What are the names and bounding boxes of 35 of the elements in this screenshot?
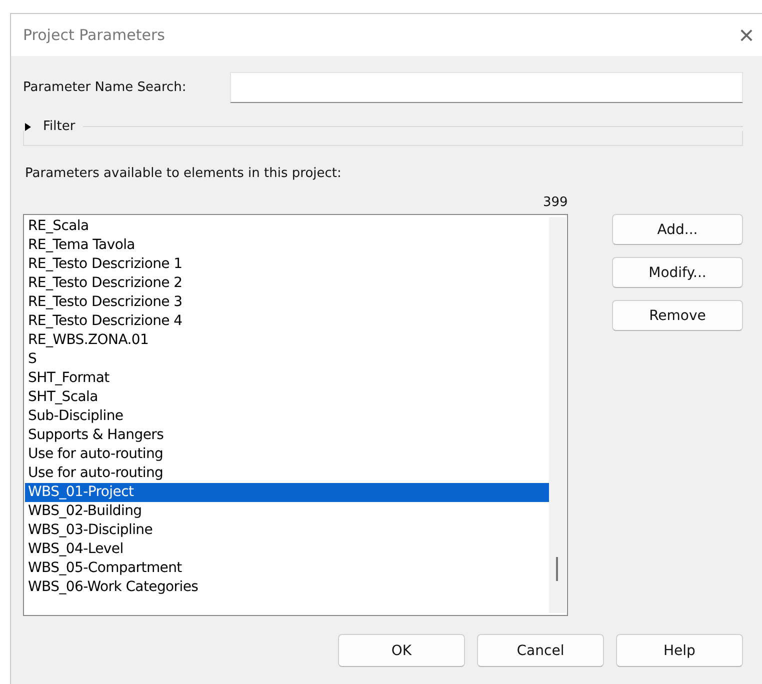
side-button[interactable]: Remove	[612, 300, 743, 331]
list-item[interactable]: RE_Tema Tavola	[25, 236, 549, 255]
parameter-count: 399	[543, 195, 568, 210]
dialog-button[interactable]: Cancel	[477, 634, 604, 667]
list-item[interactable]: Sub-Discipline	[25, 407, 549, 426]
list-item[interactable]: WBS_02-Building	[25, 502, 549, 521]
list-item[interactable]: RE_Testo Descrizione 3	[25, 293, 549, 312]
list-item[interactable]: WBS_06-Work Categories	[25, 578, 549, 597]
filter-toggle[interactable]: Filter	[23, 119, 76, 134]
list-label: Parameters available to elements in this project:	[24, 166, 342, 181]
list-item[interactable]: RE_Testo Descrizione 4	[25, 312, 549, 331]
search-label: Parameter Name Search:	[23, 80, 186, 95]
dialog-button[interactable]: Help	[616, 634, 743, 667]
list-item[interactable]: SHT_Scala	[25, 388, 549, 407]
list-item[interactable]: Use for auto-routing	[25, 464, 549, 483]
list-item[interactable]: S	[25, 350, 549, 369]
search-field[interactable]	[230, 72, 743, 103]
side-button[interactable]: Modify...	[612, 257, 743, 288]
list-item[interactable]: WBS_03-Discipline	[25, 521, 549, 540]
list-item[interactable]: WBS_01-Project	[25, 483, 549, 502]
list-item[interactable]: Supports & Hangers	[25, 426, 549, 445]
list-item[interactable]: RE_WBS.ZONA.01	[25, 331, 549, 350]
dialog-button[interactable]: OK	[338, 634, 465, 667]
window-title: Project Parameters	[23, 26, 165, 44]
list-item[interactable]: SHT_Format	[25, 369, 549, 388]
list-item[interactable]: Use for auto-routing	[25, 445, 549, 464]
scrollbar[interactable]	[549, 217, 566, 613]
scroll-thumb[interactable]	[556, 557, 558, 581]
side-button[interactable]: Add...	[612, 214, 743, 245]
list-item[interactable]: WBS_04-Level	[25, 540, 549, 559]
list-item[interactable]: RE_Testo Descrizione 1	[25, 255, 549, 274]
list-item[interactable]: WBS_05-Compartment	[25, 559, 549, 578]
list-item[interactable]: RE_Scala	[25, 217, 549, 236]
close-button[interactable]: ×	[730, 22, 762, 48]
list-item[interactable]: RE_Testo Descrizione 2	[25, 274, 549, 293]
